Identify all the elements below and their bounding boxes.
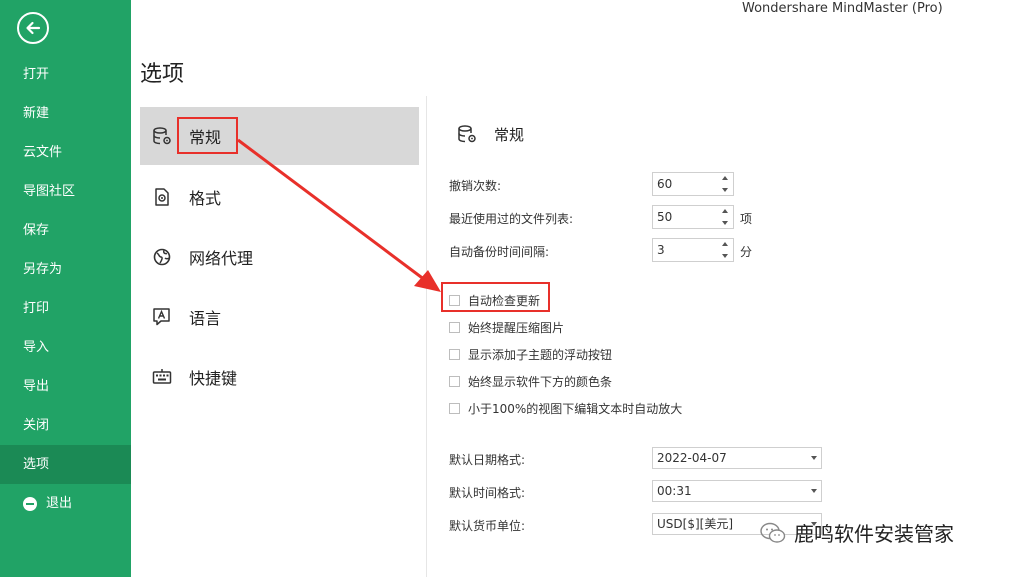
annotation-arrow [237, 138, 441, 292]
wechat-icon [760, 522, 786, 543]
watermark-caption-text: 鹿鸣软件安装管家 [794, 522, 954, 546]
watermark-caption: 鹿鸣软件安装管家 [760, 518, 954, 547]
